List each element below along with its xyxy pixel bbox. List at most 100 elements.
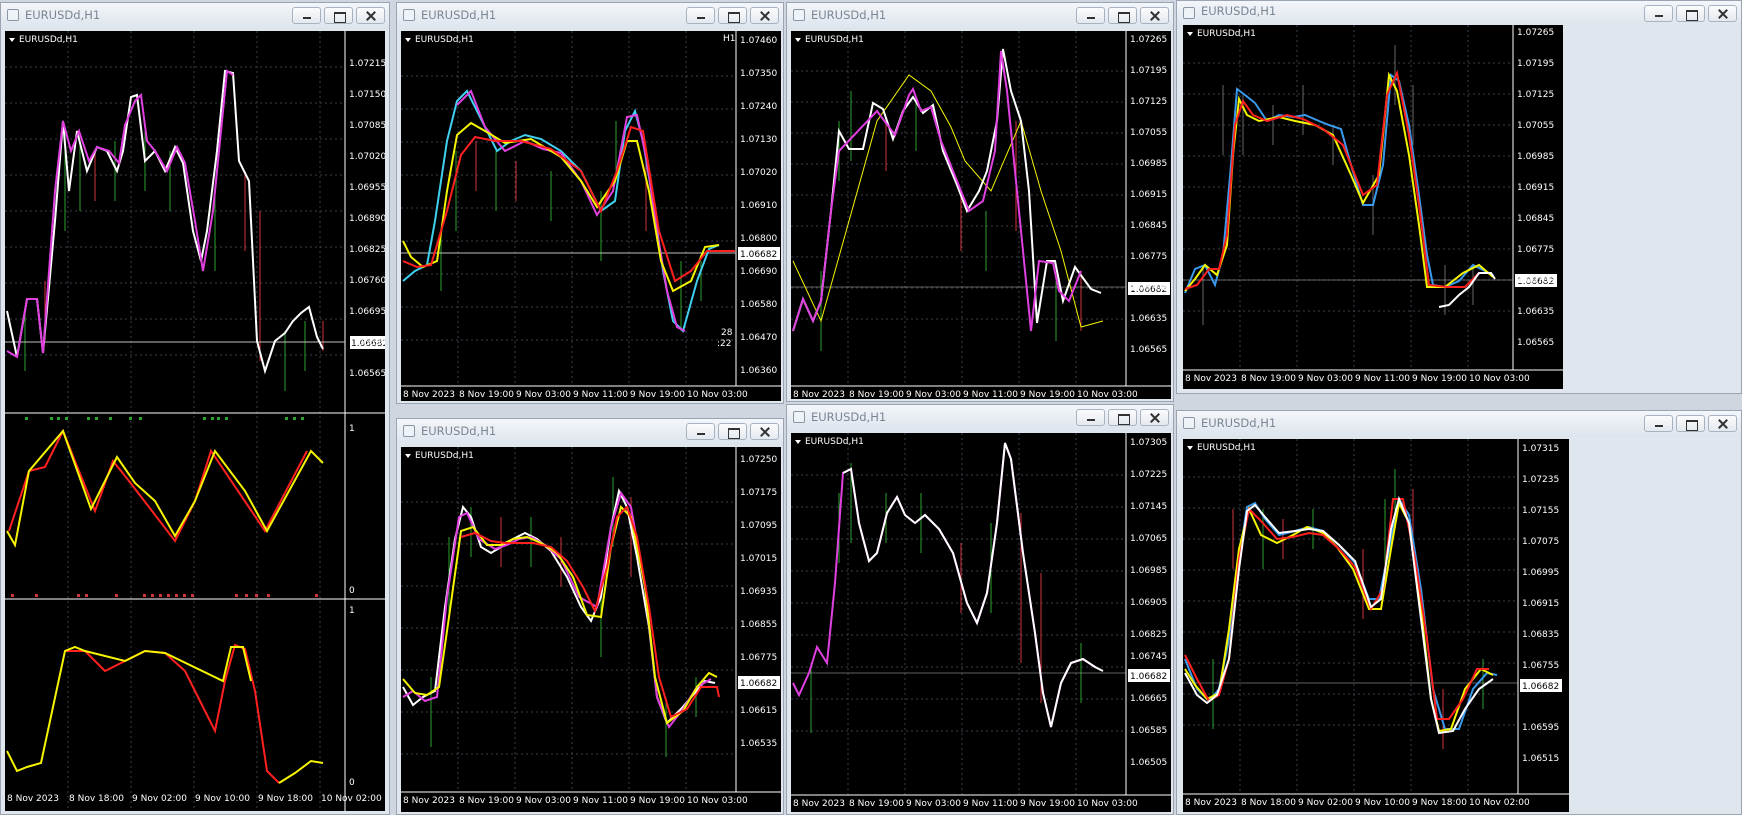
time-axis-ticks: 8 Nov 2023 8 Nov 18:00 9 Nov 02:00 9 Nov 10… (1185, 798, 1530, 808)
title-bar[interactable]: EURUSDd,H1 (1177, 1, 1741, 27)
svg-text:1.06910: 1.06910 (740, 201, 777, 211)
svg-text:1.06905: 1.06905 (1130, 598, 1167, 608)
svg-text:10 Nov 03:00: 10 Nov 03:00 (687, 796, 748, 806)
chart-symbol-label: EURUSDd,H1 (805, 437, 864, 447)
maximize-button[interactable] (1108, 7, 1137, 24)
svg-text:1.06845: 1.06845 (1517, 214, 1554, 224)
svg-text:1.07195: 1.07195 (1130, 66, 1167, 76)
window-title: EURUSDd,H1 (811, 410, 887, 424)
title-bar[interactable]: EURUSDd,H1 (1177, 411, 1741, 437)
svg-text:1.06565: 1.06565 (349, 369, 385, 379)
svg-text:9 Nov 19:00: 9 Nov 19:00 (1412, 374, 1467, 384)
svg-text:1.06630: 1.06630 (349, 338, 385, 348)
svg-text:1.06825: 1.06825 (1130, 630, 1167, 640)
chart-symbol-label: EURUSDd,H1 (805, 35, 864, 45)
chart-window-icon (403, 425, 415, 437)
chart-window-icon (793, 9, 805, 21)
svg-text:1.06745: 1.06745 (1130, 652, 1167, 662)
chart-canvas[interactable]: 1.06682 1.072651.071951.071251.070551.06… (791, 31, 1171, 399)
svg-text:1.07265: 1.07265 (1130, 35, 1167, 45)
svg-text:1.06705: 1.06705 (1517, 276, 1554, 286)
minimize-button[interactable] (1644, 5, 1673, 22)
maximize-button[interactable] (1108, 409, 1137, 426)
chart-canvas[interactable]: 1.06682 1.07250 1.07175 1.07095 1.07015 1.06… (401, 447, 781, 812)
maximize-button[interactable] (1676, 415, 1705, 432)
chart-window-7[interactable]: EURUSDd,H1 1.06682 1.07315 1.07235 1.07155… (1176, 410, 1742, 815)
maximize-button[interactable] (718, 7, 747, 24)
chart-window-1[interactable]: EURUSDd,H1 1.06682 1.07215 1.07150 1.07085… (0, 2, 390, 815)
chart-window-5[interactable]: EURUSDd,H1 1.06682 1.07250 1.07175 1.07095… (396, 418, 784, 815)
chart-window-icon (1183, 7, 1195, 19)
svg-text:1.06360: 1.06360 (740, 366, 777, 376)
svg-text:1.06825: 1.06825 (349, 245, 385, 255)
chart-window-icon (793, 411, 805, 423)
chart-window-icon (403, 9, 415, 21)
svg-text:9 Nov 11:00: 9 Nov 11:00 (1355, 374, 1410, 384)
svg-text:1.06890: 1.06890 (349, 214, 385, 224)
close-button[interactable] (750, 7, 779, 24)
title-bar[interactable]: EURUSDd,H1 (787, 405, 1173, 431)
minimize-button[interactable] (686, 423, 715, 440)
svg-text:1.06580: 1.06580 (740, 300, 777, 310)
minimize-button[interactable] (1644, 415, 1673, 432)
title-bar[interactable]: EURUSDd,H1 (1, 3, 389, 29)
svg-text:10 Nov 03:00: 10 Nov 03:00 (1077, 799, 1138, 809)
chart-canvas[interactable]: 1.06682 1.07315 1.07235 1.07155 1.07075 1.06… (1183, 439, 1569, 812)
bar-timer-seconds: :22 (717, 339, 731, 349)
svg-text:9 Nov 19:00: 9 Nov 19:00 (1020, 390, 1075, 399)
chart-window-6[interactable]: EURUSDd,H1 1.06682 1.07305 1.07225 1.07145… (786, 404, 1174, 815)
minimize-button[interactable] (292, 7, 321, 24)
svg-text:1.06935: 1.06935 (740, 587, 777, 597)
oscillator-1-max: 1 (349, 424, 355, 434)
svg-text:1.06515: 1.06515 (1522, 754, 1559, 764)
oscillator-2-max: 1 (349, 606, 355, 616)
chart-symbol-label: EURUSDd,H1 (1197, 443, 1256, 453)
svg-text:1.06595: 1.06595 (1522, 723, 1559, 733)
svg-text:9 Nov 11:00: 9 Nov 11:00 (573, 796, 628, 806)
svg-text:1.07350: 1.07350 (740, 69, 777, 79)
svg-text:9 Nov 03:00: 9 Nov 03:00 (906, 390, 961, 399)
chart-canvas[interactable]: 1.06682 1.07305 1.07225 1.07145 1.07065 1.06… (791, 433, 1171, 812)
chart-symbol-label: EURUSDd,H1 (415, 451, 474, 461)
close-button[interactable] (1140, 7, 1169, 24)
svg-text:1.07215: 1.07215 (349, 59, 385, 69)
title-bar[interactable]: EURUSDd,H1 (397, 419, 783, 445)
chart-canvas[interactable]: 1.06682 1.072151.071501.070851.070201.06… (5, 31, 385, 811)
minimize-button[interactable] (1076, 7, 1105, 24)
title-bar[interactable]: EURUSDd,H1 (787, 3, 1173, 29)
svg-text:1.07125: 1.07125 (1130, 97, 1167, 107)
chart-canvas[interactable]: 1.06682 1.07460 1.07350 1.07240 1.07130 1.07… (401, 31, 781, 401)
svg-text:9 Nov 18:00: 9 Nov 18:00 (258, 794, 313, 804)
timeframe-label: H1 (723, 34, 736, 44)
svg-text:10 Nov 02:00: 10 Nov 02:00 (321, 794, 382, 804)
window-title: EURUSDd,H1 (811, 8, 887, 22)
svg-text:10 Nov 03:00: 10 Nov 03:00 (687, 390, 748, 400)
svg-text:1.07075: 1.07075 (1522, 537, 1559, 547)
svg-text:1.07055: 1.07055 (1130, 128, 1167, 138)
maximize-button[interactable] (324, 7, 353, 24)
svg-text:8 Nov 19:00: 8 Nov 19:00 (459, 796, 514, 806)
chart-canvas[interactable]: 1.06682 1.072651.071951.071251.070551.06… (1183, 25, 1563, 389)
maximize-button[interactable] (718, 423, 747, 440)
close-button[interactable] (1708, 5, 1737, 22)
window-title: EURUSDd,H1 (421, 424, 497, 438)
close-button[interactable] (356, 7, 385, 24)
close-button[interactable] (750, 423, 779, 440)
minimize-button[interactable] (686, 7, 715, 24)
svg-text:9 Nov 10:00: 9 Nov 10:00 (1355, 798, 1410, 808)
close-button[interactable] (1708, 415, 1737, 432)
maximize-button[interactable] (1676, 5, 1705, 22)
close-button[interactable] (1140, 409, 1169, 426)
svg-text:1.06470: 1.06470 (740, 333, 777, 343)
chart-window-2[interactable]: EURUSDd,H1 1.06682 1.07460 1.07350 1.07240… (396, 2, 784, 404)
svg-text:1.06775: 1.06775 (1517, 245, 1554, 255)
svg-text:1.06915: 1.06915 (1522, 599, 1559, 609)
svg-text:1.06635: 1.06635 (1517, 307, 1554, 317)
title-bar[interactable]: EURUSDd,H1 (397, 3, 783, 29)
svg-text:1.06985: 1.06985 (1130, 159, 1167, 169)
svg-text:8 Nov 2023: 8 Nov 2023 (403, 390, 455, 400)
chart-window-3[interactable]: EURUSDd,H1 1.06682 1.07265 1.07195 1.07125… (786, 2, 1174, 402)
svg-text:10 Nov 03:00: 10 Nov 03:00 (1077, 390, 1138, 399)
minimize-button[interactable] (1076, 409, 1105, 426)
chart-window-4[interactable]: EURUSDd,H1 1.06682 1.07265 1.07195 1.07125… (1176, 0, 1742, 394)
